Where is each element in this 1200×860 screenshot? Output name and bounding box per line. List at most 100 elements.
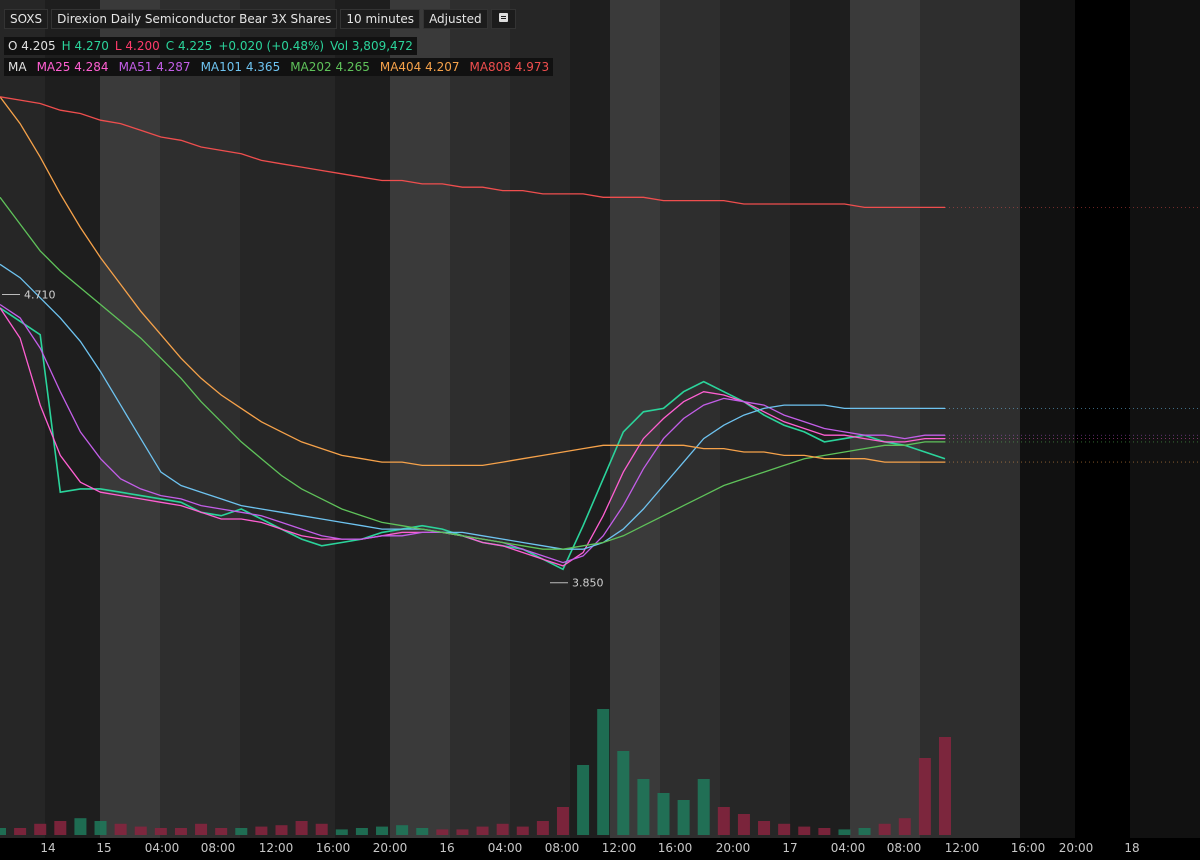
- x-axis-tick-label: 08:00: [887, 841, 922, 855]
- session-band: [1075, 0, 1130, 838]
- open-value: 4.205: [21, 39, 56, 53]
- ma-legend-item-ma808: MA808 4.973: [469, 60, 550, 74]
- volume-bar: [154, 828, 167, 835]
- x-axis-tick-label: 12:00: [945, 841, 980, 855]
- x-axis-tick-label: 08:00: [545, 841, 580, 855]
- chart-header: SOXS Direxion Daily Semiconductor Bear 3…: [4, 9, 519, 29]
- volume-bar: [235, 828, 248, 835]
- x-axis-tick-label: 16: [439, 841, 454, 855]
- x-axis-tick-label: 14: [40, 841, 55, 855]
- volume-bar: [174, 828, 187, 835]
- instrument-description: Direxion Daily Semiconductor Bear 3X Sha…: [51, 9, 338, 29]
- volume-bar: [858, 828, 871, 835]
- session-band: [610, 0, 660, 838]
- x-axis-tick-label: 08:00: [201, 841, 236, 855]
- session-band: [100, 0, 160, 838]
- x-axis-tick-label: 04:00: [831, 841, 866, 855]
- ma-legend-item-ma51: MA51 4.287: [118, 60, 191, 74]
- session-band: [510, 0, 570, 838]
- x-axis-tick-label: 16:00: [1011, 841, 1046, 855]
- volume-bar: [798, 826, 811, 835]
- volume-bar: [496, 823, 509, 835]
- volume-bar: [597, 709, 610, 835]
- x-axis: 14 15 04:00 08:00 12:00 16:00 20:00 16 04:00 08:0…: [0, 838, 1200, 860]
- session-band: [45, 0, 100, 838]
- x-axis-tick-label: 12:00: [602, 841, 637, 855]
- session-band: [790, 0, 850, 838]
- volume-bar: [14, 828, 27, 835]
- volume-value: 3,809,472: [351, 39, 413, 53]
- price-chart[interactable]: 4.710 3.850 14 15 04:00 08:00 12:00 16:00 20:00…: [0, 0, 1200, 860]
- ma-legend: MA MA25 4.284 MA51 4.287 MA101 4.365 MA202 …: [4, 58, 554, 76]
- volume-bar: [556, 807, 569, 835]
- volume-bar: [376, 826, 389, 835]
- volume-bar: [878, 823, 891, 835]
- session-band: [920, 0, 1020, 838]
- low-label: L: [114, 39, 122, 53]
- volume-bar: [717, 807, 730, 835]
- volume-bar: [74, 818, 87, 835]
- volume-bar: [818, 828, 831, 835]
- volume-bar: [0, 828, 6, 835]
- ma-legend-item-ma202: MA202 4.265: [290, 60, 370, 74]
- interval-selector[interactable]: 10 minutes: [340, 9, 421, 29]
- volume-bar: [516, 826, 529, 835]
- volume-bar: [657, 793, 670, 835]
- session-band: [660, 0, 720, 838]
- volume-bar: [54, 821, 67, 835]
- session-band: [450, 0, 510, 838]
- annotation-label: 4.710: [24, 288, 56, 301]
- volume-bar: [114, 823, 127, 835]
- session-band: [335, 0, 390, 838]
- volume-bar: [778, 823, 791, 835]
- volume-bar: [456, 829, 469, 835]
- volume-bar: [918, 758, 931, 835]
- volume-bar: [577, 765, 590, 835]
- volume-bar: [396, 825, 409, 835]
- x-axis-tick-label: 04:00: [145, 841, 180, 855]
- annotation-label: 3.850: [572, 577, 604, 590]
- volume-bar: [737, 814, 750, 835]
- volume-bar: [758, 821, 771, 835]
- volume-bar: [134, 826, 147, 835]
- session-band: [160, 0, 240, 838]
- close-label: C: [165, 39, 175, 53]
- volume-bar: [355, 828, 368, 835]
- session-band: [390, 0, 450, 838]
- x-axis-tick-label: 12:00: [259, 841, 294, 855]
- volume-bar: [94, 821, 107, 835]
- x-axis-tick-label: 20:00: [716, 841, 751, 855]
- session-band: [0, 0, 45, 838]
- change-value: +0.020 (+0.48%): [218, 39, 325, 53]
- ma-legend-label: MA: [8, 60, 27, 74]
- low-value: 4.200: [125, 39, 160, 53]
- volume-bar: [939, 737, 951, 835]
- volume-bar: [677, 800, 690, 835]
- session-band: [240, 0, 335, 838]
- x-axis-tick-label: 18: [1124, 841, 1139, 855]
- x-axis-tick-label: 16:00: [316, 841, 351, 855]
- open-label: O: [8, 39, 18, 53]
- volume-bar: [436, 829, 449, 835]
- volume-bar: [637, 779, 650, 835]
- volume-label: Vol: [330, 39, 349, 53]
- volume-bar: [536, 821, 549, 835]
- symbol-label[interactable]: SOXS: [4, 9, 49, 29]
- x-axis-tick-label: 04:00: [488, 841, 523, 855]
- volume-bar: [898, 818, 911, 835]
- volume-bar: [416, 828, 429, 835]
- high-value: 4.270: [74, 39, 109, 53]
- volume-bar: [275, 825, 288, 835]
- menu-icon[interactable]: [490, 9, 516, 29]
- volume-bar: [476, 826, 489, 835]
- adjustment-toggle[interactable]: Adjusted: [423, 9, 488, 29]
- ma-legend-item-ma101: MA101 4.365: [200, 60, 281, 74]
- volume-bar: [295, 821, 308, 835]
- ma-legend-item-ma404: MA404 4.207: [379, 60, 460, 74]
- x-axis-tick-label: 20:00: [373, 841, 408, 855]
- session-band: [1130, 0, 1200, 838]
- volume-bar: [335, 829, 348, 835]
- x-axis-tick-label: 17: [782, 841, 797, 855]
- volume-bar: [215, 828, 228, 835]
- x-axis-tick-label: 16:00: [658, 841, 693, 855]
